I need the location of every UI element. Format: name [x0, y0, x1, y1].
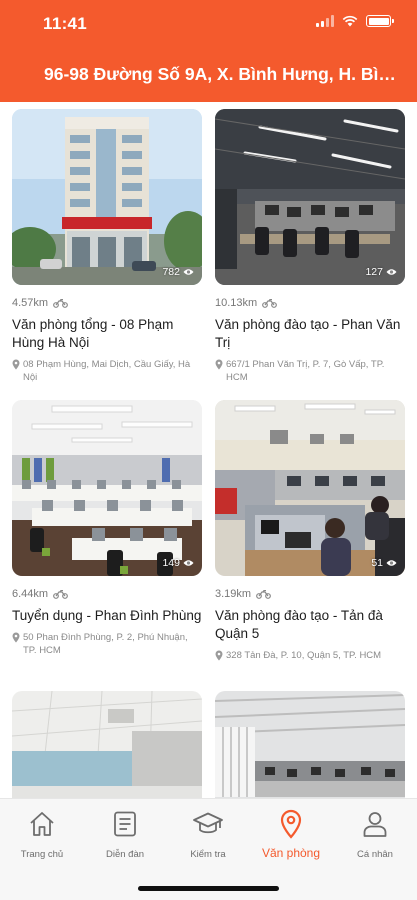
map-pin-icon	[12, 359, 20, 370]
tab-label: Kiểm tra	[190, 849, 226, 860]
person-icon	[363, 812, 387, 837]
office-interior-image	[215, 109, 405, 285]
office-building-image	[12, 109, 202, 285]
office-address: 328 Tản Đà, P. 10, Quận 5, TP. HCM	[215, 649, 405, 662]
tab-test[interactable]: Kiểm tra	[166, 809, 250, 860]
graduation-cap-icon	[193, 812, 223, 834]
office-address: 667/1 Phan Văn Trị, P. 7, Gò Vấp, TP. HC…	[215, 358, 405, 384]
office-grid[interactable]: 782 4.57km Văn phòng tổng - 08 Phạm Hùng…	[0, 102, 417, 798]
office-photo[interactable]: 51	[215, 400, 405, 576]
office-card[interactable]	[215, 691, 405, 798]
forum-icon	[114, 811, 136, 837]
battery-icon	[366, 15, 394, 27]
map-pin-icon	[12, 632, 20, 643]
office-photo[interactable]	[215, 691, 405, 798]
motorbike-icon	[262, 298, 278, 308]
motorbike-icon	[53, 298, 68, 308]
office-photo[interactable]: 782	[12, 109, 202, 285]
status-icons	[316, 15, 394, 27]
status-time: 11:41	[43, 14, 88, 33]
tab-home[interactable]: Trang chủ	[0, 809, 84, 860]
office-photo[interactable]: 149	[12, 400, 202, 576]
current-address[interactable]: 96-98 Đường Số 9A, X. Bình Hưng, H. Bình…	[44, 64, 406, 85]
tab-label: Trang chủ	[20, 849, 64, 860]
office-card[interactable]: 51 3.19km Văn phòng đào tạo - Tản đà Quậ…	[215, 400, 405, 662]
office-title[interactable]: Văn phòng đào tạo - Tản đà Quận 5	[215, 607, 405, 643]
cellular-signal-icon	[316, 15, 334, 27]
office-title[interactable]: Văn phòng tổng - 08 Phạm Hùng Hà Nội	[12, 316, 202, 352]
app-header: 11:41 96-98 Đường Số 9A, X. Bình Hưng, H…	[0, 0, 417, 102]
office-title[interactable]: Văn phòng đào tạo - Phan Văn Trị	[215, 316, 405, 352]
view-count: 782	[162, 266, 194, 278]
eye-icon	[183, 560, 194, 566]
office-interior-image	[12, 691, 202, 798]
home-icon	[30, 812, 54, 836]
eye-icon	[386, 560, 397, 566]
view-count: 149	[162, 557, 194, 569]
wifi-icon	[342, 15, 358, 27]
office-interior-image	[12, 400, 202, 576]
distance: 10.13km	[215, 297, 405, 309]
status-bar: 11:41	[0, 0, 417, 44]
tab-forum[interactable]: Diễn đàn	[83, 809, 167, 860]
office-photo[interactable]	[12, 691, 202, 798]
eye-icon	[386, 269, 397, 275]
distance: 4.57km	[12, 297, 202, 309]
eye-icon	[183, 269, 194, 275]
tab-label: Văn phòng	[261, 846, 321, 860]
distance: 3.19km	[215, 588, 405, 600]
office-address: 08 Phạm Hùng, Mai Dịch, Cầu Giấy, Hà Nội	[12, 358, 202, 384]
office-photo[interactable]: 127	[215, 109, 405, 285]
motorbike-icon	[256, 589, 271, 599]
bottom-tab-bar: Trang chủ Diễn đàn Kiểm tra Văn phòng Cá…	[0, 798, 417, 900]
tab-label: Cá nhân	[357, 849, 393, 860]
office-card[interactable]: 782 4.57km Văn phòng tổng - 08 Phạm Hùng…	[12, 109, 202, 384]
office-address: 50 Phan Đình Phùng, P. 2, Phú Nhuận, TP.…	[12, 631, 202, 657]
tab-label: Diễn đàn	[105, 849, 145, 860]
office-card[interactable]	[12, 691, 202, 798]
tab-profile[interactable]: Cá nhân	[333, 809, 417, 860]
map-pin-icon	[215, 650, 223, 661]
map-pin-icon	[215, 359, 223, 370]
home-indicator	[138, 886, 279, 891]
location-pin-icon	[280, 809, 302, 839]
tab-office[interactable]: Văn phòng	[249, 809, 333, 860]
view-count: 127	[365, 266, 397, 278]
office-title[interactable]: Tuyển dụng - Phan Đình Phùng	[12, 607, 202, 625]
office-card[interactable]: 127 10.13km Văn phòng đào tạo - Phan Văn…	[215, 109, 405, 384]
distance: 6.44km	[12, 588, 202, 600]
view-count: 51	[371, 557, 397, 569]
office-interior-image	[215, 691, 405, 798]
office-interior-image	[215, 400, 405, 576]
motorbike-icon	[53, 589, 68, 599]
office-card[interactable]: 149 6.44km Tuyển dụng - Phan Đình Phùng …	[12, 400, 202, 657]
